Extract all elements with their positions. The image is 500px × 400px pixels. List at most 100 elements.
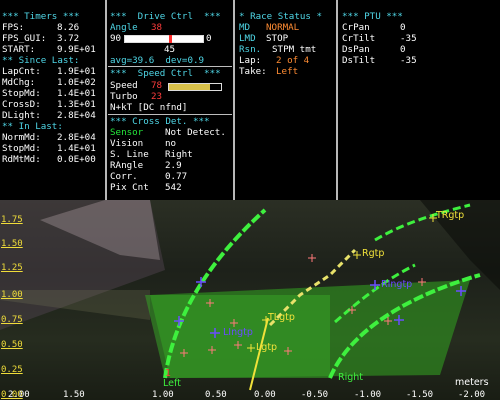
- angle-slider[interactable]: [124, 35, 204, 43]
- x-axis-tick: 1.00: [152, 390, 174, 400]
- x-axis-tick: -1.00: [354, 390, 382, 400]
- turbo-label: Turbo: [110, 91, 138, 102]
- cross-row-label: RAngle: [110, 160, 144, 171]
- lap-label: Lap:: [239, 55, 262, 66]
- x-axis-tick: 0.50: [205, 390, 227, 400]
- cross-row-label: Corr.: [110, 171, 138, 182]
- md-label: MD: [239, 22, 251, 33]
- ptu-row-label: CrPan: [342, 22, 370, 33]
- md-value: NORMAL: [266, 22, 300, 33]
- lmd-label: LMD: [239, 33, 256, 44]
- y-axis-tick: 1.50: [1, 239, 23, 249]
- camera-overlay: [0, 200, 500, 391]
- target-label-lingtp: LIngtp: [223, 327, 253, 338]
- ptu-row-label: DsPan: [342, 44, 370, 55]
- x-axis-tick: 2.00: [8, 390, 30, 400]
- turbo-value: 23: [151, 91, 163, 102]
- start-label: START:: [2, 44, 36, 55]
- rsn-value: STPM tmt: [272, 44, 317, 55]
- status-panel: *** Timers *** FPS: 8.26 FPS_GUI: 3.72 S…: [0, 0, 500, 200]
- section-divider: [108, 114, 232, 115]
- target-label-tlgtp: TLgtp: [268, 312, 295, 323]
- x-axis-tick: -1.50: [406, 390, 434, 400]
- ptu-row-value: -35: [400, 33, 417, 44]
- timers-header: *** Timers ***: [2, 11, 80, 22]
- lap-value: 2 of 4: [276, 55, 310, 66]
- cross-row-value: no: [165, 138, 177, 149]
- take-value: Left: [276, 66, 299, 77]
- race-status-header: * Race Status *: [239, 11, 322, 22]
- right-line-label: Right: [338, 372, 364, 383]
- in-item-label: NormMd:: [2, 132, 41, 143]
- fps-gui-value: 3.72: [57, 33, 80, 44]
- fps-label: FPS:: [2, 22, 25, 33]
- cross-row-value: 0.77: [165, 171, 188, 182]
- cross-row-value: Not Detect.: [165, 127, 226, 138]
- in-item-value: 2.8E+04: [57, 132, 96, 143]
- cross-row-label: S. Line: [110, 149, 149, 160]
- nkt-status: N+kT [DC nfnd]: [110, 102, 188, 113]
- target-label-ringtp: RIngtp: [381, 279, 413, 290]
- column-divider: [336, 0, 338, 200]
- speed-bar-fill: [169, 84, 210, 90]
- fps-value: 8.26: [57, 22, 80, 33]
- slider-min-label: 90: [110, 33, 122, 44]
- in-item-value: 0.0E+00: [57, 154, 96, 165]
- cross-row-label: Sensor: [110, 127, 144, 138]
- camera-view: TRgtp Rgtp RIngtp TLgtp LIngtp Lgtp 1 Le…: [0, 200, 500, 400]
- ptu-row-value: 0: [400, 44, 406, 55]
- y-axis-tick: 1.75: [1, 215, 23, 225]
- y-axis-tick: 1.25: [1, 263, 23, 273]
- column-divider: [233, 0, 235, 200]
- in-item-label: StopMd:: [2, 143, 41, 154]
- units-label: meters: [455, 377, 489, 388]
- speed-ctrl-header: *** Speed Ctrl ***: [110, 68, 221, 79]
- since-last-header: ** Since Last:: [2, 55, 80, 66]
- since-item-value: 2.8E+04: [57, 110, 96, 121]
- rsn-label: Rsn.: [239, 44, 262, 55]
- since-item-label: MdChg:: [2, 77, 36, 88]
- lmd-value: STOP: [266, 33, 289, 44]
- in-last-header: ** In Last:: [2, 121, 63, 132]
- slider-center-label: 45: [164, 44, 176, 55]
- since-item-value: 1.4E+01: [57, 88, 96, 99]
- ptu-row-value: -35: [400, 55, 417, 66]
- x-axis-tick: -2.00: [458, 390, 486, 400]
- since-item-label: DLight:: [2, 110, 41, 121]
- in-item-label: RdMtMd:: [2, 154, 41, 165]
- since-item-label: StopMd:: [2, 88, 41, 99]
- x-axis-tick: 1.50: [63, 390, 85, 400]
- avg-dev-readout: avg=39.6 dev=0.9: [110, 55, 205, 66]
- speed-bar: [168, 83, 222, 91]
- since-item-value: 1.3E+01: [57, 99, 96, 110]
- cross-det-header: *** Cross Det. ***: [110, 116, 210, 127]
- y-axis-tick: 0.50: [1, 340, 23, 350]
- fps-gui-label: FPS_GUI:: [2, 33, 47, 44]
- cross-row-value: Right: [165, 149, 193, 160]
- y-axis-tick: 0.25: [1, 365, 23, 375]
- since-item-value: 1.9E+01: [57, 66, 96, 77]
- ptu-header: *** PTU ***: [342, 11, 403, 22]
- left-line-label: Left: [163, 378, 181, 389]
- y-axis-tick: 1.00: [1, 290, 23, 300]
- y-axis-tick: 0.75: [1, 315, 23, 325]
- since-item-value: 1.0E+02: [57, 77, 96, 88]
- in-item-value: 1.4E+01: [57, 143, 96, 154]
- start-value: 9.9E+01: [57, 44, 96, 55]
- ptu-row-label: CrTilt: [342, 33, 376, 44]
- target-label-trgtp: TRgtp: [436, 210, 465, 221]
- speed-value: 78: [151, 80, 163, 91]
- speed-label: Speed: [110, 80, 138, 91]
- take-label: Take:: [239, 66, 267, 77]
- cross-row-label: Vision: [110, 138, 144, 149]
- angle-value: 38: [151, 22, 163, 33]
- target-label-rgtp: Rgtp: [362, 248, 385, 259]
- slider-max-label: 0: [206, 33, 212, 44]
- cross-row-label: Pix Cnt: [110, 182, 149, 193]
- x-axis-tick: -0.50: [301, 390, 329, 400]
- x-axis-tick: 0.00: [254, 390, 276, 400]
- target-label-lgtp: Lgtp: [256, 342, 278, 353]
- cross-row-value: 2.9: [165, 160, 182, 171]
- section-divider: [108, 66, 232, 67]
- angle-slider-thumb[interactable]: [168, 35, 172, 43]
